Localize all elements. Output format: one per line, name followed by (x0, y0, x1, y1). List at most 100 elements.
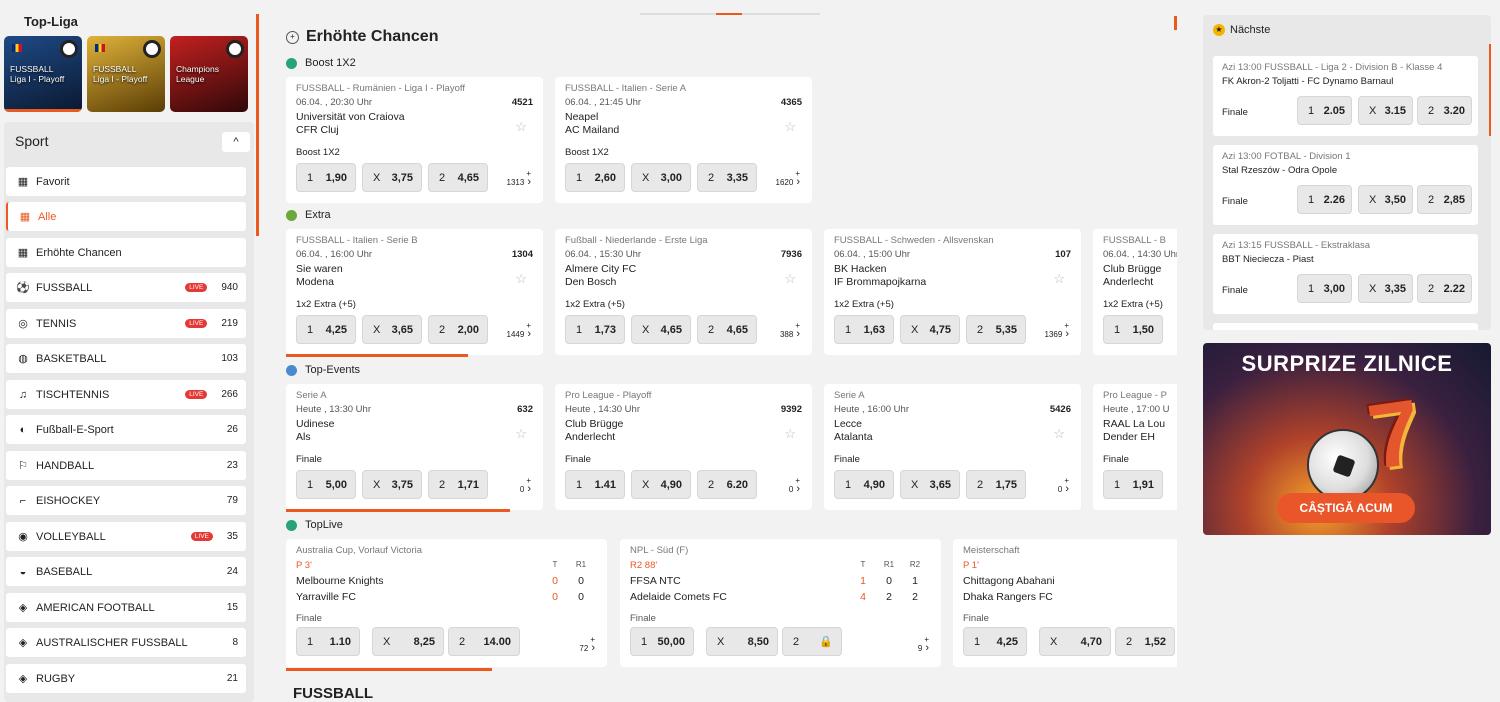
collapse-button[interactable]: ^ (222, 132, 250, 152)
odd-button-1[interactable]: 1 4,25 (963, 627, 1027, 656)
more-markets-button[interactable]: +388 › (780, 321, 800, 340)
sport-item-13[interactable]: ◈ AUSTRALISCHER FUSSBALL 8 (6, 628, 246, 657)
odd-button-2[interactable]: 2 1,52 (1115, 627, 1175, 656)
match-card[interactable]: FUSSBALL - Italien - Serie A 06.04. , 21:… (555, 77, 812, 203)
sport-item-7[interactable]: ◐ Fußball-E-Sport 26 (6, 415, 246, 444)
carousel-tabs[interactable] (640, 13, 820, 15)
sport-item-11[interactable]: ◒ BASEBALL 24 (6, 557, 246, 586)
right-scrollbar[interactable] (1489, 44, 1491, 136)
odd-button-x[interactable]: X 3,65 (362, 315, 422, 344)
match-card[interactable]: Serie A Heute , 16:00 Uhr 5426 Lecce Atalant… (824, 384, 1081, 510)
odd-button-x[interactable]: X 3,75 (362, 470, 422, 499)
promo-banner[interactable]: SURPRIZE ZILNICE 7 CÂȘTIGĂ ACUM (1203, 343, 1491, 535)
odd-button-1[interactable]: 1 1,90 (296, 163, 356, 192)
sport-item-2[interactable]: ▦ Erhöhte Chancen (6, 238, 246, 267)
odd-button-1[interactable]: 1 1.10 (296, 627, 360, 656)
more-markets-button[interactable]: +1369 › (1045, 321, 1069, 340)
match-card[interactable]: FUSSBALL - Italien - Serie B 06.04. , 16:… (286, 229, 543, 355)
odd-button-x[interactable]: X 4,65 (631, 315, 691, 344)
sport-item-0[interactable]: ▦ Favorit (6, 167, 246, 196)
odd-button-x[interactable]: X 8,25 (372, 627, 444, 656)
more-markets-button[interactable]: +0 › (789, 476, 800, 495)
sport-item-14[interactable]: ◈ RUGBY 21 (6, 664, 246, 693)
odd-button-2[interactable]: 2 4,65 (428, 163, 488, 192)
more-markets-button[interactable]: +1449 › (507, 321, 531, 340)
odd-button-2[interactable]: 2 2,85 (1417, 185, 1472, 214)
odd-button-x[interactable]: X 4,70 (1039, 627, 1111, 656)
odd-button-2[interactable]: 2 3,35 (697, 163, 757, 192)
odd-button-1[interactable]: 1 4,90 (834, 470, 894, 499)
match-card[interactable]: Pro League - Playoff Heute , 14:30 Uhr 939… (555, 384, 812, 510)
favorite-star-icon[interactable]: ☆ (515, 271, 527, 287)
odd-button-2[interactable]: 2 2.22 (1417, 274, 1472, 303)
more-markets-button[interactable]: +0 › (1058, 476, 1069, 495)
match-card[interactable]: Serie A Heute , 13:30 Uhr 632 Udinese Als ☆ Fi… (286, 384, 543, 510)
main-scrollbar[interactable] (1174, 16, 1177, 30)
odd-button-x[interactable]: X 3.15 (1358, 96, 1413, 125)
odd-button-2[interactable]: 2 1,71 (428, 470, 488, 499)
odd-button-1[interactable]: 1 2,60 (565, 163, 625, 192)
odd-button-x[interactable]: X 8,50 (706, 627, 778, 656)
favorite-star-icon[interactable]: ☆ (784, 271, 796, 287)
odd-button-2[interactable]: 2 6.20 (697, 470, 757, 499)
odd-button-1[interactable]: 1 2.26 (1297, 185, 1352, 214)
sport-item-4[interactable]: ◎ TENNIS LIVE 219 (6, 309, 246, 338)
odd-button-x[interactable]: X 4,90 (631, 470, 691, 499)
odd-button-2[interactable]: 2 🔒 (782, 627, 842, 656)
odd-button-1[interactable]: 1 5,00 (296, 470, 356, 499)
next-match-item[interactable]: Azi 13:00 FOTBAL - Division 1 Stal Rzeszó… (1213, 145, 1478, 225)
odd-button-2[interactable]: 2 2,00 (428, 315, 488, 344)
next-match-item[interactable]: Azi 13:00 FUSSBALL - Liga 2 - Division B… (1213, 56, 1478, 136)
sport-item-6[interactable]: ♫ TISCHTENNIS LIVE 266 (6, 380, 246, 409)
odd-button-2[interactable]: 2 3.20 (1417, 96, 1472, 125)
match-card[interactable]: FUSSBALL - B 06.04. , 14:30 Uhr Club Brügg… (1093, 229, 1177, 355)
left-scrollbar[interactable] (256, 14, 259, 236)
favorite-star-icon[interactable]: ☆ (784, 426, 796, 442)
odd-button-1[interactable]: 1 3,00 (1297, 274, 1352, 303)
odd-button-1[interactable]: 1 1,63 (834, 315, 894, 344)
odd-button-1[interactable]: 1 1,73 (565, 315, 625, 344)
top-liga-tile-liga1[interactable]: FUSSBALL Liga I - Playoff (4, 36, 82, 112)
match-card[interactable]: FUSSBALL - Schweden - Allsvenskan 06.04. … (824, 229, 1081, 355)
favorite-star-icon[interactable]: ☆ (1053, 426, 1065, 442)
favorite-star-icon[interactable]: ☆ (515, 426, 527, 442)
sport-item-5[interactable]: ◍ BASKETBALL 103 (6, 344, 246, 373)
sport-item-10[interactable]: ◉ VOLLEYBALL LIVE 35 (6, 522, 246, 551)
odd-button-1[interactable]: 1 1,91 (1103, 470, 1163, 499)
odd-button-x[interactable]: X 3,35 (1358, 274, 1413, 303)
sport-item-8[interactable]: ⚐ HANDBALL 23 (6, 451, 246, 480)
odd-button-2[interactable]: 2 1,75 (966, 470, 1026, 499)
more-markets-button[interactable]: +0 › (520, 476, 531, 495)
match-card[interactable]: Pro League - P Heute , 17:00 U RAAL La Lou… (1093, 384, 1177, 510)
favorite-star-icon[interactable]: ☆ (1053, 271, 1065, 287)
odd-button-x[interactable]: X 3,65 (900, 470, 960, 499)
more-markets-button[interactable]: +9 › (918, 635, 929, 654)
top-liga-tile-liga1-gold[interactable]: FUSSBALL Liga I - Playoff (87, 36, 165, 112)
odd-button-1[interactable]: 1 1,50 (1103, 315, 1163, 344)
odd-button-x[interactable]: X 3,00 (631, 163, 691, 192)
live-match-card[interactable]: Australia Cup, Vorlauf Victoria P 3' Melbo… (286, 539, 607, 667)
sport-item-3[interactable]: ⚽ FUSSBALL LIVE 940 (6, 273, 246, 302)
odd-button-1[interactable]: 1 50,00 (630, 627, 694, 656)
favorite-star-icon[interactable]: ☆ (784, 119, 796, 135)
odd-button-x[interactable]: X 4,75 (900, 315, 960, 344)
sport-item-12[interactable]: ◈ AMERICAN FOOTBALL 15 (6, 593, 246, 622)
sport-item-9[interactable]: ⌐ EISHOCKEY 79 (6, 486, 246, 515)
promo-cta-button[interactable]: CÂȘTIGĂ ACUM (1277, 493, 1415, 523)
live-match-card[interactable]: NPL - Süd (F) R2 88' FFSA NTC Adelaide Come… (620, 539, 941, 667)
more-markets-button[interactable]: +1620 › (776, 169, 800, 188)
odd-button-x[interactable]: X 3,50 (1358, 185, 1413, 214)
next-match-item[interactable]: Azi 13:15 FUSSBALL - Ekstraklasa BBT Niec… (1213, 234, 1478, 314)
more-markets-button[interactable]: +72 › (579, 635, 595, 654)
odd-button-1[interactable]: 1 4,25 (296, 315, 356, 344)
odd-button-x[interactable]: X 3,75 (362, 163, 422, 192)
live-match-card[interactable]: Meisterschaft P 1' Chittagong Abahani Dhaka… (953, 539, 1177, 667)
favorite-star-icon[interactable]: ☆ (515, 119, 527, 135)
top-liga-tile-champions-league[interactable]: Champions League (170, 36, 248, 112)
odd-button-1[interactable]: 1 2.05 (1297, 96, 1352, 125)
more-markets-button[interactable]: +1313 › (507, 169, 531, 188)
match-card[interactable]: FUSSBALL - Rumänien - Liga I - Playoff 06… (286, 77, 543, 203)
odd-button-1[interactable]: 1 1.41 (565, 470, 625, 499)
odd-button-2[interactable]: 2 5,35 (966, 315, 1026, 344)
match-card[interactable]: Fußball - Niederlande - Erste Liga 06.04.… (555, 229, 812, 355)
